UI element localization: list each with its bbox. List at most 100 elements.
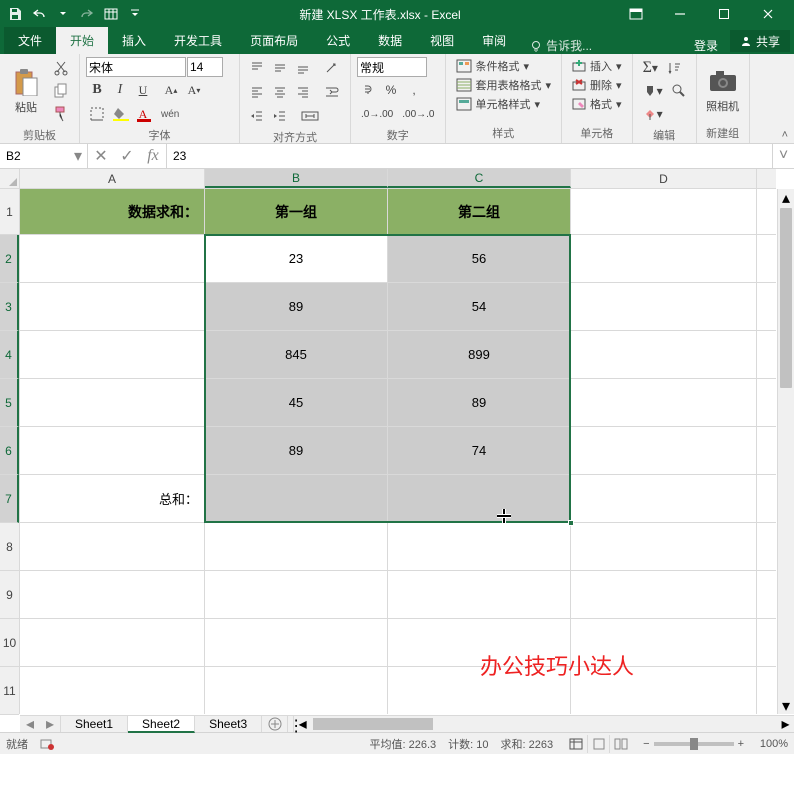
cell[interactable]: 845 xyxy=(205,331,388,378)
align-top-icon[interactable] xyxy=(246,57,268,79)
undo-icon[interactable] xyxy=(28,3,50,25)
cell[interactable]: 89 xyxy=(205,427,388,474)
delete-cells-button[interactable]: 删除 ▾ xyxy=(568,76,626,94)
decrease-decimal-icon[interactable]: .00→.0 xyxy=(398,103,438,125)
zoom-out-icon[interactable]: − xyxy=(643,738,649,750)
tab-layout[interactable]: 页面布局 xyxy=(236,27,312,54)
cell[interactable]: 899 xyxy=(388,331,571,378)
scroll-down-icon[interactable]: ▾ xyxy=(778,697,794,714)
fill-color-button[interactable] xyxy=(109,103,133,125)
view-page-layout-icon[interactable] xyxy=(587,735,609,753)
tab-insert[interactable]: 插入 xyxy=(108,27,160,54)
redo-icon[interactable] xyxy=(76,3,98,25)
chevron-down-icon[interactable]: ▾ xyxy=(70,146,86,166)
fill-icon[interactable]: ▾ xyxy=(639,80,667,102)
row-header[interactable]: 10 xyxy=(0,619,19,667)
paste-button[interactable]: 粘贴 xyxy=(6,57,46,125)
cell[interactable] xyxy=(571,379,757,426)
cell[interactable] xyxy=(20,523,205,570)
maximize-icon[interactable] xyxy=(702,0,746,28)
row-header[interactable]: 4 xyxy=(0,331,19,379)
sort-filter-icon[interactable] xyxy=(663,57,685,79)
ribbon-display-icon[interactable] xyxy=(614,0,658,28)
cell[interactable] xyxy=(571,235,757,282)
zoom-slider[interactable] xyxy=(654,742,734,746)
increase-font-icon[interactable]: A▴ xyxy=(160,79,182,101)
cell[interactable] xyxy=(571,475,757,522)
tab-developer[interactable]: 开发工具 xyxy=(160,27,236,54)
table-icon[interactable] xyxy=(100,3,122,25)
decrease-indent-icon[interactable] xyxy=(246,105,268,127)
cell[interactable]: 数据求和： xyxy=(20,189,205,234)
cell[interactable] xyxy=(20,379,205,426)
align-left-icon[interactable] xyxy=(246,81,268,103)
format-painter-icon[interactable] xyxy=(49,103,73,125)
align-right-icon[interactable] xyxy=(292,81,314,103)
sheet-tab[interactable]: Sheet3 xyxy=(195,716,262,732)
cell[interactable]: 23 xyxy=(205,235,388,282)
scroll-right-icon[interactable]: ▸ xyxy=(777,716,794,732)
copy-icon[interactable] xyxy=(49,80,73,102)
autosum-icon[interactable]: Σ ▾ xyxy=(639,57,662,79)
accept-formula-icon[interactable]: ✓ xyxy=(114,144,140,168)
view-normal-icon[interactable] xyxy=(565,735,587,753)
save-icon[interactable] xyxy=(4,3,26,25)
tab-review[interactable]: 审阅 xyxy=(468,27,520,54)
scroll-left-icon[interactable]: ◂ xyxy=(294,716,311,732)
vertical-scrollbar[interactable]: ▴ ▾ xyxy=(777,189,794,714)
format-cells-button[interactable]: 格式 ▾ xyxy=(568,95,626,113)
cut-icon[interactable] xyxy=(49,57,73,79)
row-header[interactable]: 8 xyxy=(0,523,19,571)
cell[interactable] xyxy=(571,427,757,474)
camera-button[interactable]: 照相机 xyxy=(703,57,743,123)
sheet-tab[interactable]: Sheet1 xyxy=(61,716,128,732)
cell[interactable] xyxy=(20,331,205,378)
increase-decimal-icon[interactable]: .0→.00 xyxy=(357,103,397,125)
conditional-format-button[interactable]: 条件格式 ▾ xyxy=(452,57,556,75)
font-name-select[interactable] xyxy=(86,57,186,77)
cell[interactable] xyxy=(388,475,571,522)
cell[interactable] xyxy=(205,475,388,522)
tell-me[interactable]: 告诉我... xyxy=(520,37,602,54)
select-all-button[interactable] xyxy=(0,169,20,189)
clear-icon[interactable]: ▾ xyxy=(639,103,667,125)
cell[interactable] xyxy=(20,427,205,474)
number-format-select[interactable] xyxy=(357,57,427,77)
bold-button[interactable]: B xyxy=(86,79,108,101)
tab-formula[interactable]: 公式 xyxy=(312,27,364,54)
collapse-ribbon-icon[interactable]: ˄ xyxy=(782,129,788,141)
row-header[interactable]: 6 xyxy=(0,427,19,475)
cell[interactable]: 第二组 xyxy=(388,189,571,234)
zoom-control[interactable]: − + 100% xyxy=(643,738,788,750)
cell[interactable] xyxy=(20,571,205,618)
qat-customize-icon[interactable] xyxy=(124,3,146,25)
view-page-break-icon[interactable] xyxy=(609,735,631,753)
font-size-select[interactable] xyxy=(187,57,223,77)
increase-indent-icon[interactable] xyxy=(269,105,291,127)
insert-cells-button[interactable]: 插入 ▾ xyxy=(568,57,626,75)
cell[interactable]: 74 xyxy=(388,427,571,474)
row-header[interactable]: 2 xyxy=(0,235,19,283)
cell[interactable]: 56 xyxy=(388,235,571,282)
orientation-icon[interactable] xyxy=(320,57,342,79)
column-header[interactable]: C xyxy=(388,169,571,188)
cell[interactable] xyxy=(571,189,757,234)
row-header[interactable]: 5 xyxy=(0,379,19,427)
align-bottom-icon[interactable] xyxy=(292,57,314,79)
cell[interactable]: 89 xyxy=(388,379,571,426)
tab-home[interactable]: 开始 xyxy=(56,27,108,54)
cell[interactable] xyxy=(571,571,757,618)
formula-input[interactable] xyxy=(167,144,772,168)
sign-in[interactable]: 登录 xyxy=(682,37,730,54)
tab-data[interactable]: 数据 xyxy=(364,27,416,54)
border-button[interactable] xyxy=(86,103,108,125)
cell[interactable] xyxy=(20,619,205,666)
horizontal-scrollbar[interactable]: ⋮ ◂ ▸ xyxy=(288,716,794,732)
minimize-icon[interactable] xyxy=(658,0,702,28)
cell[interactable] xyxy=(571,283,757,330)
cell[interactable] xyxy=(205,523,388,570)
column-header[interactable]: A xyxy=(20,169,205,188)
sheet-tab[interactable]: Sheet2 xyxy=(128,716,195,733)
format-as-table-button[interactable]: 套用表格格式 ▾ xyxy=(452,76,556,94)
phonetic-button[interactable]: wén xyxy=(157,103,183,125)
